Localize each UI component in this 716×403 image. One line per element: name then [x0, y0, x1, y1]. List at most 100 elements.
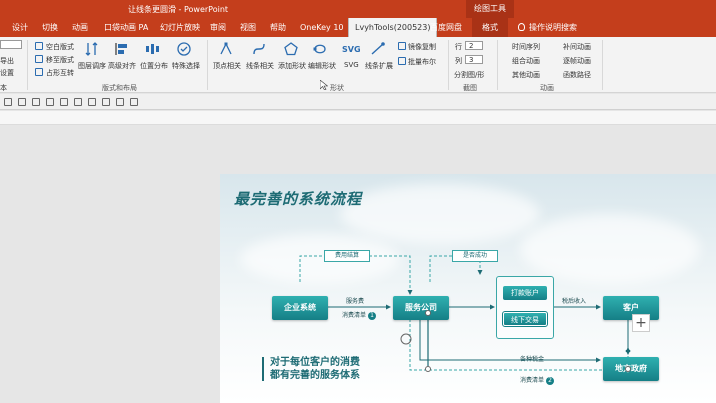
left-group-label: 本	[0, 84, 7, 92]
qat-tool-icon[interactable]	[102, 98, 110, 106]
align-label: 高级对齐	[108, 62, 136, 70]
svg-text:SVG: SVG	[342, 45, 360, 54]
selection-handle[interactable]	[425, 366, 431, 372]
frame-animation-button[interactable]: 逐帧动画	[563, 56, 591, 66]
split-button[interactable]: 分割图/形	[454, 70, 484, 80]
vertex-label: 顶点相关	[213, 62, 241, 70]
boolean-label[interactable]: 批量布尔	[408, 57, 436, 67]
node-enterprise-system[interactable]: 企业系统	[272, 296, 328, 320]
tab-animations[interactable]: 动画	[72, 18, 88, 37]
align-icon[interactable]	[114, 41, 130, 57]
selection-handle[interactable]	[625, 366, 631, 372]
crop-group-label: 截图	[463, 84, 477, 92]
cols-label: 列	[455, 57, 462, 65]
label-invoice-2: 消费清单 2	[520, 375, 555, 385]
export-button[interactable]: 导出	[0, 56, 14, 66]
combo-animation-button[interactable]: 组合动画	[512, 56, 540, 66]
node-local-government[interactable]: 地方政府	[603, 357, 659, 381]
distribute-label: 位置分布	[140, 62, 168, 70]
line-label: 线条相关	[246, 62, 274, 70]
success-check-tag[interactable]: 是否成功	[452, 250, 498, 262]
layer-order-icon[interactable]	[84, 41, 100, 57]
mirror-copy-label[interactable]: 镜像复制	[408, 42, 436, 52]
label-taxes: 各种税金	[520, 356, 545, 363]
qat-tool-icon[interactable]	[60, 98, 68, 106]
qat-tool-icon[interactable]	[4, 98, 12, 106]
lightbulb-icon	[518, 23, 525, 31]
svg-icon[interactable]: SVG	[342, 41, 360, 57]
ribbon-divider	[207, 40, 208, 90]
qat-tool-icon[interactable]	[18, 98, 26, 106]
line-icon[interactable]	[251, 41, 267, 57]
line-extend-icon[interactable]	[370, 41, 386, 57]
ribbon-divider	[602, 40, 603, 90]
blank-layout-label: 空白版式	[46, 43, 74, 51]
special-select-icon[interactable]	[176, 41, 192, 57]
left-combo[interactable]	[0, 40, 22, 49]
vertex-icon[interactable]	[218, 41, 234, 57]
edit-shape-label: 编辑形状	[308, 62, 336, 70]
quick-access-toolbar	[0, 94, 716, 110]
move-layout-label: 移至版式	[46, 56, 74, 64]
distribute-icon[interactable]	[144, 41, 160, 57]
tween-animation-button[interactable]: 补间动画	[563, 42, 591, 52]
node-customer[interactable]: 客户	[603, 296, 659, 320]
rows-label: 行	[455, 43, 462, 51]
tab-slideshow[interactable]: 幻灯片放映	[160, 18, 200, 37]
boolean-icon[interactable]	[398, 57, 406, 65]
layout-group-label: 版式和布局	[102, 84, 137, 92]
tab-lvyhtools[interactable]: LvyhTools(200523)	[348, 18, 438, 37]
qat-tool-icon[interactable]	[116, 98, 124, 106]
tab-help[interactable]: 帮助	[270, 18, 286, 37]
ribbon-divider	[27, 40, 28, 90]
slogan-text[interactable]: 对于每位客户的消费 都有完善的服务体系	[262, 356, 360, 382]
ribbon-divider	[497, 40, 498, 90]
tab-baidu[interactable]: 百度网盘	[430, 18, 462, 37]
mirror-copy-icon[interactable]	[398, 42, 406, 50]
cols-input[interactable]: 3	[465, 55, 483, 64]
qat-tool-icon[interactable]	[74, 98, 82, 106]
convert-shape-icon[interactable]	[35, 68, 43, 76]
label-after-tax-income: 税后收入	[562, 298, 587, 305]
move-layout-icon[interactable]	[35, 55, 43, 63]
tab-onekey[interactable]: OneKey 10	[300, 18, 344, 37]
pentagon-icon[interactable]	[283, 41, 299, 57]
tab-transitions[interactable]: 切换	[42, 18, 58, 37]
tab-design[interactable]: 设计	[12, 18, 28, 37]
settings-button[interactable]: 设置	[0, 68, 14, 78]
window-title: 让线条更圆滑 - PowerPoint	[128, 5, 229, 14]
selection-handle[interactable]	[425, 310, 431, 316]
edit-shape-icon[interactable]	[312, 41, 328, 57]
fee-settlement-tag[interactable]: 费用结算	[324, 250, 370, 262]
function-path-button[interactable]: 函数路径	[563, 70, 591, 80]
mouse-cursor-icon	[320, 80, 328, 90]
line-extend-label: 线条扩展	[365, 62, 393, 70]
powerpoint-window: 让线条更圆滑 - PowerPoint 绘图工具 设计 切换 动画 口袋动画 P…	[0, 0, 716, 403]
context-tab-title: 绘图工具	[466, 0, 514, 18]
tab-pocket-animation[interactable]: 口袋动画 PA	[104, 18, 148, 37]
blank-layout-checkbox[interactable]	[35, 42, 43, 50]
ruler	[0, 111, 716, 125]
node-offline-trade[interactable]: 线下交易	[502, 311, 548, 327]
tab-review[interactable]: 审阅	[210, 18, 226, 37]
add-element-button[interactable]: +	[632, 314, 650, 332]
tab-format[interactable]: 格式	[472, 18, 508, 37]
node-service-company[interactable]: 服务公司	[393, 296, 449, 320]
rows-input[interactable]: 2	[465, 41, 483, 50]
other-animation-button[interactable]: 其他动画	[512, 70, 540, 80]
time-sequence-button[interactable]: 时间序列	[512, 42, 540, 52]
qat-tool-icon[interactable]	[130, 98, 138, 106]
label-invoice-1: 消费清单 1	[342, 310, 377, 320]
title-bar: 让线条更圆滑 - PowerPoint 绘图工具	[0, 0, 716, 18]
tell-me-search[interactable]: 操作说明搜索	[518, 18, 577, 37]
qat-tool-icon[interactable]	[46, 98, 54, 106]
qat-tool-icon[interactable]	[88, 98, 96, 106]
add-shape-label: 添加形状	[278, 62, 306, 70]
special-select-label: 特殊选择	[172, 62, 200, 70]
qat-tool-icon[interactable]	[32, 98, 40, 106]
node-payment-account[interactable]: 打款账户	[503, 286, 547, 300]
slogan-bar	[262, 357, 264, 381]
tab-view[interactable]: 视图	[240, 18, 256, 37]
slide[interactable]: 最完善的系统流程 费用结算 是否成功 企业系统 服务公司 客户 地方政府 打款账…	[220, 174, 716, 403]
convert-shape-label: 占形互转	[46, 69, 74, 77]
